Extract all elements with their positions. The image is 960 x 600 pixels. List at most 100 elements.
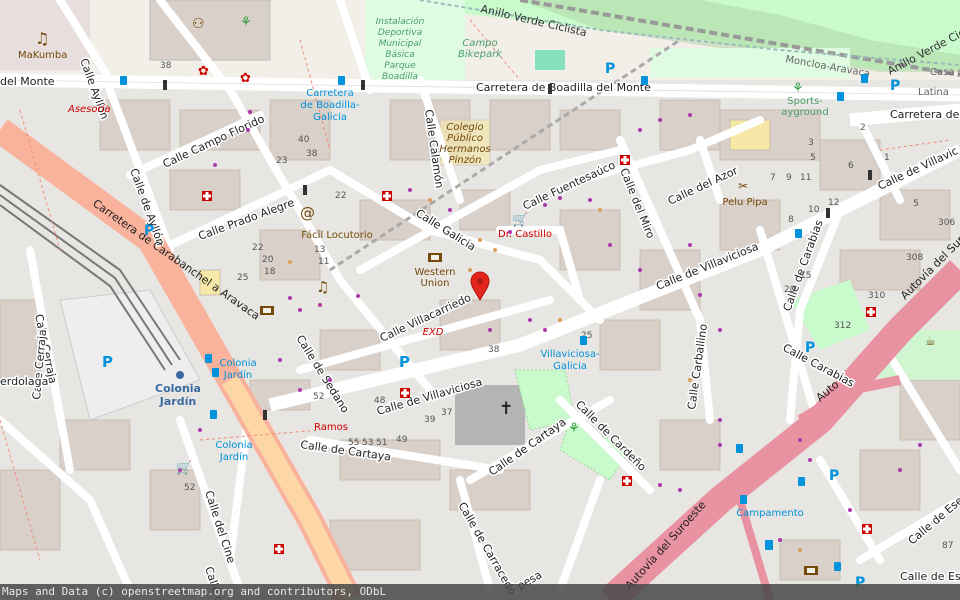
bus-stop-icon[interactable] [580, 336, 587, 345]
map-canvas[interactable]: Carretera de Boadilla del Monte del Mont… [0, 0, 960, 600]
poi-label: Jardín [159, 395, 196, 408]
poi-label: EXD [423, 327, 444, 338]
house-number: 306 [938, 218, 955, 228]
poi-label: MaKumba [18, 50, 67, 61]
money-exchange-icon[interactable] [804, 566, 818, 575]
house-number: 52 [184, 483, 195, 493]
pharmacy-cross-icon[interactable] [620, 155, 630, 165]
poi-label: Pinzón [449, 154, 482, 166]
parking-icon[interactable]: P [805, 340, 815, 356]
map-attribution: Maps and Data (c) openstreetmap.org and … [0, 584, 960, 600]
street-label: del Monte [0, 75, 55, 88]
pharmacy-cross-icon[interactable] [202, 191, 212, 201]
traffic-signal-icon[interactable] [826, 208, 830, 218]
house-number: 5 [810, 153, 816, 163]
poi-label: Hermanos [439, 144, 490, 155]
poi-label: Fácil Locutorio [301, 229, 373, 241]
cafe-cup-icon[interactable]: ☕ [925, 334, 936, 348]
house-number: 9 [786, 173, 792, 183]
house-number: 20 [784, 285, 796, 295]
hairdresser-icon[interactable]: ✂ [738, 179, 748, 193]
house-number: 6 [848, 161, 854, 171]
house-number: 18 [264, 267, 276, 277]
music-note-icon[interactable]: ♫ [316, 278, 329, 296]
house-number: 38 [488, 345, 500, 355]
map-view[interactable]: Carretera de Boadilla del Monte del Mont… [0, 0, 960, 600]
bus-stop-icon[interactable] [798, 477, 805, 486]
poi-label: Sports- [787, 96, 823, 107]
traffic-signal-icon[interactable] [868, 170, 872, 180]
poi-label: Asesoría [67, 103, 111, 115]
parking-icon[interactable]: P [605, 61, 615, 77]
house-number: 22 [335, 191, 346, 201]
church-cross-icon[interactable]: ✝ [499, 399, 513, 419]
house-number: 52 [313, 392, 324, 402]
shopping-basket-icon[interactable]: 🛒 [512, 212, 528, 228]
parking-icon[interactable]: P [144, 223, 154, 239]
poi-label: Carretera [306, 88, 353, 99]
bus-stop-icon[interactable] [205, 354, 212, 363]
veterinary-paw-icon[interactable]: ✿ [198, 64, 209, 79]
internet-cafe-icon[interactable]: @ [300, 204, 315, 222]
music-note-icon[interactable]: ♫ [35, 29, 49, 48]
bus-stop-icon[interactable] [210, 410, 217, 419]
bus-stop-icon[interactable] [795, 229, 802, 238]
metro-station-icon[interactable] [176, 371, 184, 379]
house-number: 39 [424, 415, 436, 425]
house-number: 308 [906, 253, 923, 263]
playground-icon[interactable]: ⚘ [240, 15, 252, 30]
street-label: Carretera de Boadilla del Monte [476, 81, 651, 94]
traffic-signal-icon[interactable] [548, 84, 552, 94]
poi-label: Colegio [446, 122, 483, 133]
playground-icon[interactable]: ⚘ [792, 81, 804, 96]
bus-stop-icon[interactable] [834, 562, 841, 571]
playground-icon[interactable]: ⚘ [568, 421, 580, 436]
bus-stop-icon[interactable] [120, 76, 127, 85]
house-number: 22 [252, 243, 263, 253]
bus-stop-icon[interactable] [641, 76, 648, 85]
traffic-signal-icon[interactable] [263, 410, 267, 420]
parking-icon[interactable]: P [829, 468, 839, 484]
bus-stop-icon[interactable] [736, 444, 743, 453]
bus-stop-icon[interactable] [837, 92, 844, 101]
bus-stop-icon[interactable] [765, 540, 773, 550]
poi-label: Jardín [219, 451, 248, 463]
house-number: 13 [314, 245, 325, 255]
traffic-signal-icon[interactable] [303, 185, 307, 195]
poi-label: Bikepark [458, 49, 503, 60]
house-number: 3 [808, 138, 814, 148]
parking-icon[interactable]: P [102, 353, 113, 371]
parking-icon[interactable]: P [890, 78, 900, 94]
pharmacy-cross-icon[interactable] [400, 388, 410, 398]
pharmacy-cross-icon[interactable] [622, 476, 632, 486]
bus-stop-icon[interactable] [212, 368, 219, 377]
traffic-signal-icon[interactable] [361, 80, 365, 90]
shopping-basket-icon[interactable]: 🛒 [176, 460, 192, 476]
poi-label: Dr. Castillo [498, 229, 552, 240]
poi-label: Villaviciosa- [540, 349, 600, 360]
street-label: Carretera de [890, 108, 960, 121]
money-exchange-icon[interactable] [260, 306, 274, 315]
poi-label: Instalación [376, 16, 425, 27]
veterinary-paw-icon[interactable]: ✿ [240, 71, 251, 86]
poi-label: Union [421, 278, 450, 289]
house-number: 38 [160, 61, 172, 71]
traffic-signal-icon[interactable] [163, 80, 167, 90]
money-exchange-icon[interactable] [428, 253, 442, 262]
pharmacy-cross-icon[interactable] [862, 524, 872, 534]
poi-label: Colonia [219, 358, 256, 369]
poi-label: Campamento [736, 508, 804, 519]
toilets-icon[interactable]: ⚇ [192, 16, 205, 32]
pharmacy-cross-icon[interactable] [274, 544, 284, 554]
house-number: 7 [770, 173, 776, 183]
bus-stop-icon[interactable] [740, 495, 747, 504]
house-number: 11 [800, 173, 811, 183]
house-number: 8 [788, 215, 794, 225]
poi-label: Western [414, 267, 455, 278]
parking-icon[interactable]: P [399, 353, 410, 371]
house-number: 20 [262, 255, 274, 265]
pharmacy-cross-icon[interactable] [866, 307, 876, 317]
bus-stop-icon[interactable] [338, 76, 345, 85]
bus-stop-icon[interactable] [861, 74, 868, 83]
pharmacy-cross-icon[interactable] [382, 191, 392, 201]
